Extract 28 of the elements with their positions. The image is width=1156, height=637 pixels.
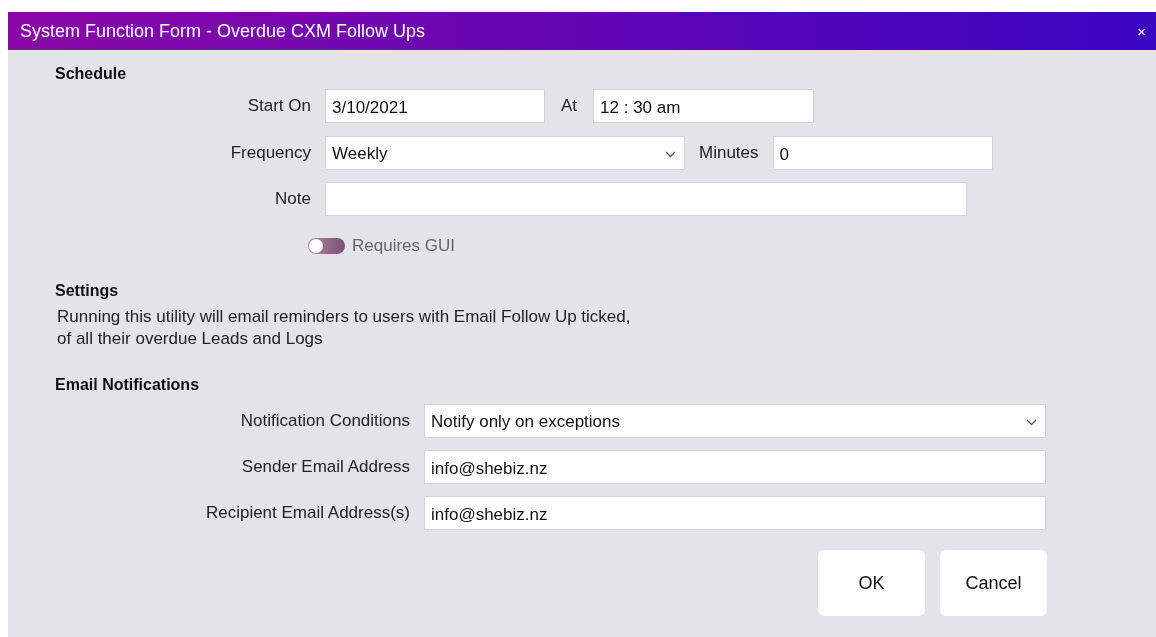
toggle-label: Requires GUI (352, 236, 455, 256)
email-field[interactable]: info@shebiz.nz (424, 496, 1046, 530)
cancel-button[interactable]: Cancel (940, 550, 1047, 616)
email-field[interactable]: info@shebiz.nz (424, 450, 1046, 484)
frequency-dropdown[interactable]: Weekly (325, 136, 685, 170)
field-label: Notification Conditions (239, 411, 410, 431)
field-label: Minutes (699, 143, 759, 163)
toggle-switch[interactable] (308, 238, 345, 254)
field-label: Recipient Email Address(s) (204, 503, 410, 523)
section-heading: Email Notifications (55, 376, 201, 394)
time-field[interactable]: 12 : 30 am (593, 89, 815, 123)
chevron-down-icon (665, 150, 676, 158)
window-title: System Function Form - Overdue CXM Follow Ups (20, 20, 426, 42)
minutes-field[interactable]: 0 (772, 136, 993, 170)
section-heading: Settings (55, 282, 120, 300)
section-heading: Schedule (55, 65, 128, 83)
field-label: Frequency (229, 143, 311, 163)
field-label: Sender Email Address (240, 457, 410, 477)
dropdown[interactable]: Notify only on exceptions (424, 404, 1046, 438)
field-label: At (561, 96, 578, 116)
ok-button[interactable]: OK (818, 550, 925, 616)
note-field[interactable] (325, 182, 967, 216)
chevron-down-icon (1026, 418, 1037, 426)
description-text: Running this utility will email reminders to users with Email Follow Up ticked, of all their overdue Leads and Logs (57, 306, 632, 350)
close-button[interactable]: × (1137, 22, 1146, 40)
field-label: Note (274, 189, 311, 209)
date-field[interactable]: 3/10/2021 (325, 89, 545, 123)
field-label: Start On (246, 96, 311, 116)
